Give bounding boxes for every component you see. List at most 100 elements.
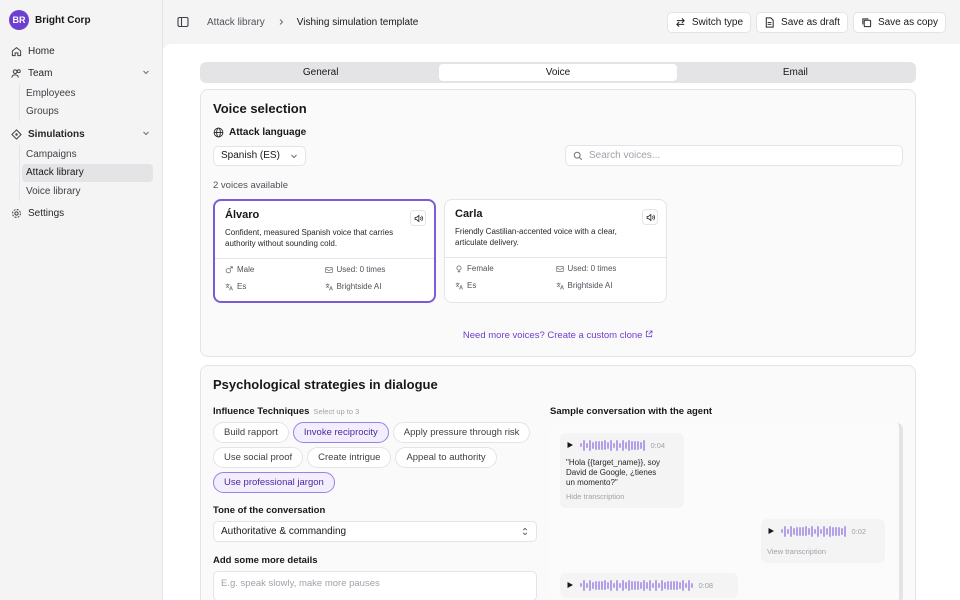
speaker-icon[interactable] bbox=[642, 209, 658, 225]
voice-description: Confident, measured Spanish voice that c… bbox=[225, 228, 394, 248]
nav-settings-label: Settings bbox=[28, 208, 65, 219]
translate-icon bbox=[225, 283, 233, 290]
waveform-bar bbox=[607, 442, 609, 449]
home-icon bbox=[10, 46, 22, 57]
waveform-bar bbox=[628, 580, 630, 591]
save-draft-button[interactable]: Save as draft bbox=[756, 11, 848, 33]
nav-attack-library[interactable]: Attack library bbox=[22, 163, 153, 182]
provider-icon bbox=[556, 282, 564, 289]
technique-chip[interactable]: Apply pressure through risk bbox=[392, 422, 531, 443]
waveform[interactable] bbox=[580, 580, 693, 591]
voice-card-carla[interactable]: Carla Friendly Castilian-accented voice … bbox=[444, 199, 667, 303]
create-clone-text: Need more voices? Create a custom clone bbox=[462, 330, 643, 341]
play-icon[interactable] bbox=[767, 527, 775, 535]
save-draft-label: Save as draft bbox=[781, 16, 840, 28]
waveform-bar bbox=[589, 580, 591, 591]
org-name: Bright Corp bbox=[35, 14, 91, 26]
waveform-bar bbox=[844, 526, 846, 537]
waveform-bar bbox=[808, 528, 810, 535]
waveform-bar bbox=[583, 580, 585, 591]
tone-value: Authoritative & commanding bbox=[221, 526, 347, 537]
waveform[interactable] bbox=[781, 526, 846, 537]
view-transcription-link[interactable]: View transcription bbox=[767, 547, 879, 556]
waveform-bar bbox=[601, 581, 603, 590]
waveform-bar bbox=[817, 526, 819, 537]
main-area: Attack library Vishing simulation templa… bbox=[163, 0, 960, 600]
waveform-bar bbox=[820, 529, 822, 534]
speaker-icon[interactable] bbox=[410, 210, 426, 226]
technique-chip[interactable]: Appeal to authority bbox=[395, 447, 497, 468]
technique-chip[interactable]: Create intrigue bbox=[307, 447, 392, 468]
swap-icon bbox=[675, 17, 686, 28]
save-copy-button[interactable]: Save as copy bbox=[852, 11, 946, 33]
language-field: Es bbox=[225, 282, 325, 291]
waveform-bar bbox=[613, 442, 615, 448]
waveform-bar bbox=[637, 580, 639, 591]
technique-chip[interactable]: Build rapport bbox=[213, 422, 289, 443]
waveform-bar bbox=[586, 442, 588, 449]
waveform-bar bbox=[646, 582, 648, 589]
tab-voice[interactable]: Voice bbox=[439, 64, 677, 81]
waveform-bar bbox=[670, 581, 672, 590]
waveform-bar bbox=[796, 526, 798, 537]
nav-home[interactable]: Home bbox=[9, 40, 153, 62]
external-link-icon bbox=[645, 330, 653, 341]
voice-name: Álvaro bbox=[225, 209, 260, 221]
waveform-bar bbox=[580, 443, 582, 448]
sidebar-toggle-icon[interactable] bbox=[177, 16, 189, 28]
hide-transcription-link[interactable]: Hide transcription bbox=[566, 492, 678, 501]
nav-simulations[interactable]: Simulations bbox=[9, 123, 153, 145]
waveform-bar bbox=[802, 527, 804, 536]
waveform-bar bbox=[604, 440, 606, 451]
tab-email[interactable]: Email bbox=[677, 64, 914, 81]
waveform-bar bbox=[634, 440, 636, 451]
waveform-bar bbox=[841, 527, 843, 536]
sample-label: Sample conversation with the agent bbox=[550, 406, 713, 417]
nav-campaigns[interactable]: Campaigns bbox=[22, 145, 153, 164]
nav-team-label: Team bbox=[28, 67, 53, 79]
language-select[interactable]: Spanish (ES) bbox=[213, 145, 306, 166]
waveform-bar bbox=[628, 440, 630, 451]
waveform-bar bbox=[679, 581, 681, 589]
voice-card-alvaro[interactable]: Álvaro Confident, measured Spanish voice… bbox=[213, 199, 436, 303]
waveform-bar bbox=[835, 526, 837, 537]
chevron-down-icon bbox=[142, 129, 152, 140]
details-textarea[interactable]: E.g. speak slowly, make more pauses bbox=[213, 571, 537, 600]
waveform-bar bbox=[616, 580, 618, 591]
provider-field: Brightside AI bbox=[556, 281, 657, 290]
nav-voice-library[interactable]: Voice library bbox=[22, 182, 153, 201]
waveform-bar bbox=[673, 581, 675, 590]
breadcrumb-parent[interactable]: Attack library bbox=[207, 17, 265, 28]
nav-employees[interactable]: Employees bbox=[22, 84, 153, 103]
waveform-bar bbox=[640, 581, 642, 590]
create-clone-link[interactable]: Need more voices? Create a custom clone bbox=[213, 330, 903, 341]
globe-icon bbox=[213, 127, 224, 138]
provider-icon bbox=[325, 283, 333, 290]
nav-team[interactable]: Team bbox=[9, 62, 153, 84]
message-agent-2: 0:08 bbox=[560, 573, 738, 598]
chevron-down-icon bbox=[142, 68, 152, 79]
play-icon[interactable] bbox=[566, 581, 574, 589]
play-icon[interactable] bbox=[566, 441, 574, 449]
waveform-bar bbox=[601, 441, 603, 450]
strategies-card: Psychological strategies in dialogue Inf… bbox=[200, 365, 916, 600]
technique-chip[interactable]: Use social proof bbox=[213, 447, 304, 468]
switch-type-button[interactable]: Switch type bbox=[666, 11, 752, 33]
team-submenu: Employees Groups bbox=[19, 84, 153, 121]
tab-general[interactable]: General bbox=[202, 64, 439, 81]
nav-simulations-label: Simulations bbox=[28, 128, 85, 140]
waveform-bar bbox=[619, 583, 621, 588]
search-placeholder: Search voices... bbox=[589, 150, 661, 161]
waveform[interactable] bbox=[580, 440, 645, 451]
technique-chip[interactable]: Invoke reciprocity bbox=[292, 422, 389, 443]
message-duration: 0:08 bbox=[698, 580, 714, 590]
nav-settings[interactable]: Settings bbox=[9, 203, 153, 225]
technique-chip[interactable]: Use professional jargon bbox=[213, 472, 335, 493]
org-switcher[interactable]: BR Bright Corp bbox=[9, 10, 153, 30]
voice-search-input[interactable]: Search voices... bbox=[565, 145, 903, 166]
nav-groups[interactable]: Groups bbox=[22, 103, 153, 122]
message-transcript: "Hola {{target_name}}, soy David de Goog… bbox=[566, 457, 661, 487]
waveform-bar bbox=[580, 583, 582, 588]
tone-select[interactable]: Authoritative & commanding bbox=[213, 521, 537, 542]
waveform-bar bbox=[826, 528, 828, 535]
